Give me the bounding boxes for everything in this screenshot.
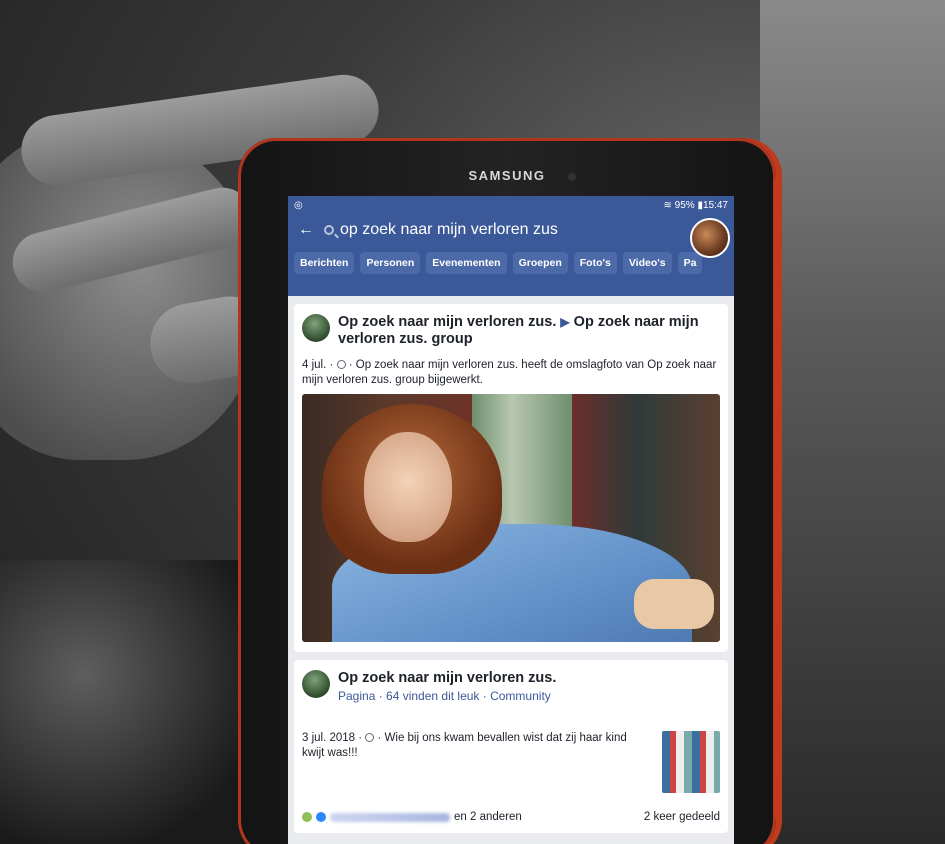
search-query: op zoek naar mijn verloren zus [340, 221, 558, 238]
tab-personen[interactable]: Personen [360, 252, 421, 274]
reaction-icon [302, 812, 312, 822]
reaction-icon [316, 812, 326, 822]
wifi-icon: ≋ [663, 199, 675, 211]
post-text: · Op zoek naar mijn verloren zus. heeft … [302, 359, 717, 386]
triangle-right-icon: ▶ [560, 315, 570, 329]
search-filter-tabs: Berichten Personen Evenementen Groepen F… [288, 246, 734, 274]
tab-videos[interactable]: Video's [622, 252, 672, 274]
search-row: ← op zoek naar mijn verloren zus [288, 214, 734, 246]
messenger-icon: ◎ [294, 199, 303, 211]
photo-scene: SAMSUNG ◎ ≋ 95% ▮15:47 ← op zoek naar mi… [0, 0, 945, 844]
profile-avatar[interactable] [690, 218, 730, 258]
photo-person-face [364, 432, 452, 542]
avatar[interactable] [302, 314, 330, 342]
page-name[interactable]: Op zoek naar mijn verloren zus. [338, 670, 556, 687]
post-date: 4 jul. · [302, 359, 334, 371]
post-date: 3 jul. 2018 · [302, 732, 363, 744]
status-bar: ◎ ≋ 95% ▮15:47 [288, 196, 734, 214]
front-camera [568, 173, 576, 181]
tab-berichten[interactable]: Berichten [294, 252, 355, 274]
post-meta: 3 jul. 2018 · · Wie bij ons kwam bevalle… [302, 731, 642, 761]
search-icon [324, 225, 334, 235]
search-input[interactable]: op zoek naar mijn verloren zus [324, 221, 724, 239]
tablet-brand: SAMSUNG [468, 168, 546, 183]
page-subtitle: Pagina · 64 vinden dit leuk · Community [338, 689, 551, 703]
photo-hand [634, 579, 714, 629]
post-header: Op zoek naar mijn verloren zus. Pagina ·… [302, 670, 720, 703]
post-title-block: Op zoek naar mijn verloren zus. Pagina ·… [338, 670, 556, 703]
post-card: Op zoek naar mijn verloren zus. Pagina ·… [294, 660, 728, 833]
tablet-case-edge [774, 178, 782, 818]
post-body: 3 jul. 2018 · · Wie bij ons kwam bevalle… [302, 731, 720, 793]
post-title[interactable]: Op zoek naar mijn verloren zus. ▶ Op zoe… [338, 314, 720, 348]
reactions-text: en 2 anderen [454, 811, 522, 823]
post-meta: 4 jul. · · Op zoek naar mijn verloren zu… [302, 358, 720, 388]
tab-groepen[interactable]: Groepen [512, 252, 568, 274]
post-thumbnail[interactable] [662, 731, 720, 793]
tablet-screen: ◎ ≋ 95% ▮15:47 ← op zoek naar mijn verlo… [288, 196, 734, 844]
facebook-header: ◎ ≋ 95% ▮15:47 ← op zoek naar mijn verlo… [288, 196, 734, 296]
globe-icon [336, 360, 346, 370]
clock: 15:47 [702, 199, 728, 211]
cover-photo[interactable] [302, 394, 720, 642]
post-footer: en 2 anderen 2 keer gedeeld [302, 811, 720, 823]
reactions[interactable]: en 2 anderen [302, 811, 522, 823]
avatar[interactable] [302, 670, 330, 698]
battery-level: 95% [674, 199, 695, 211]
blurred-name [330, 812, 450, 822]
globe-icon [365, 733, 375, 743]
share-count[interactable]: 2 keer gedeeld [644, 811, 720, 823]
tab-fotos[interactable]: Foto's [573, 252, 617, 274]
post-card: Op zoek naar mijn verloren zus. ▶ Op zoe… [294, 304, 728, 652]
tablet: SAMSUNG ◎ ≋ 95% ▮15:47 ← op zoek naar mi… [238, 138, 782, 844]
post-header: Op zoek naar mijn verloren zus. ▶ Op zoe… [302, 314, 720, 348]
tab-paginas[interactable]: Pa [677, 252, 703, 274]
background-shape [760, 0, 945, 844]
tab-evenementen[interactable]: Evenementen [426, 252, 507, 274]
battery-icon: ▮ [694, 199, 703, 211]
status-right: ≋ 95% ▮15:47 [664, 200, 729, 211]
back-arrow-icon[interactable]: ← [298, 221, 314, 239]
page-name[interactable]: Op zoek naar mijn verloren zus. [338, 314, 556, 330]
